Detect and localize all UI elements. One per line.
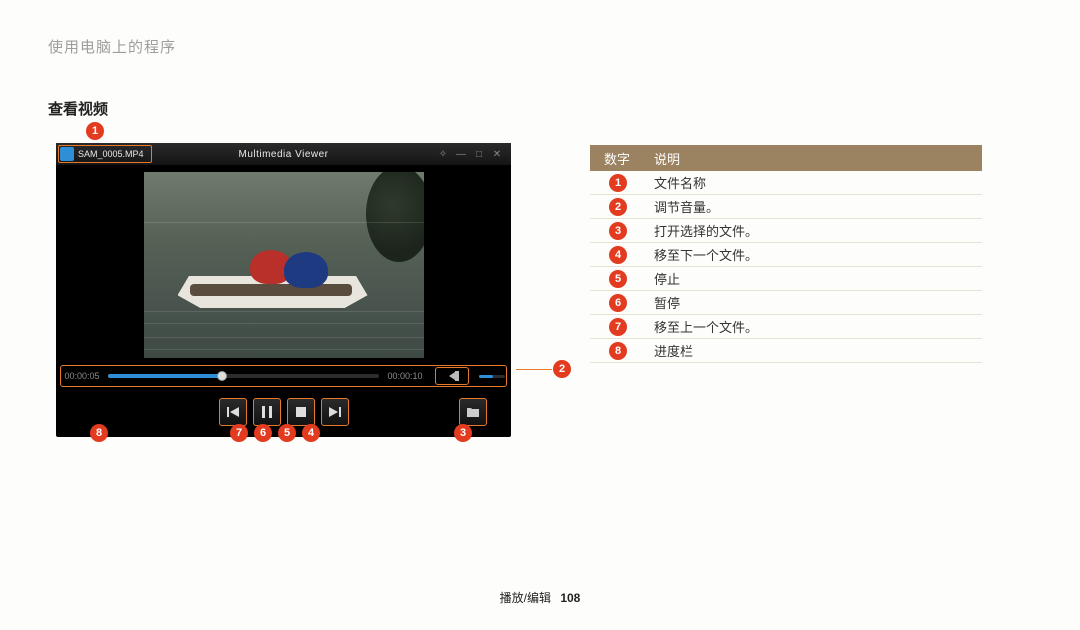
- footer-page: 108: [560, 591, 580, 605]
- pin-icon[interactable]: ✧: [437, 148, 449, 160]
- row-desc: 文件名称: [646, 173, 982, 192]
- multimedia-viewer-window: SAM_0005.MP4 Multimedia Viewer ✧ — □ ✕ 0…: [56, 143, 511, 437]
- pause-button[interactable]: [253, 398, 281, 426]
- row-badge: 4: [609, 246, 627, 264]
- table-row: 1 文件名称: [590, 171, 982, 195]
- table-row: 8 进度栏: [590, 339, 982, 363]
- callout-line-2: [516, 369, 552, 370]
- row-desc: 暂停: [646, 293, 982, 312]
- close-icon[interactable]: ✕: [491, 148, 503, 160]
- row-badge: 3: [609, 222, 627, 240]
- table-row: 4 移至下一个文件。: [590, 243, 982, 267]
- window-controls: ✧ — □ ✕: [437, 148, 503, 160]
- row-desc: 移至下一个文件。: [646, 245, 982, 264]
- callout-badge-4: 4: [302, 424, 320, 442]
- row-badge: 7: [609, 318, 627, 336]
- time-current: 00:00:05: [62, 371, 102, 381]
- row-badge: 1: [609, 174, 627, 192]
- breadcrumb: 使用电脑上的程序: [48, 36, 176, 57]
- row-badge: 2: [609, 198, 627, 216]
- row-badge: 8: [609, 342, 627, 360]
- row-desc: 打开选择的文件。: [646, 221, 982, 240]
- open-file-button[interactable]: [459, 398, 487, 426]
- volume-control[interactable]: [435, 367, 469, 385]
- next-button[interactable]: [321, 398, 349, 426]
- header-desc: 说明: [646, 149, 982, 168]
- page-footer: 播放/编辑 108: [0, 589, 1080, 606]
- filename-label: SAM_0005.MP4: [78, 149, 144, 159]
- titlebar: SAM_0005.MP4 Multimedia Viewer ✧ — □ ✕: [56, 143, 511, 165]
- callout-badge-8: 8: [90, 424, 108, 442]
- progress-bar-row: 00:00:05 00:00:10: [62, 365, 505, 387]
- stop-button[interactable]: [287, 398, 315, 426]
- table-header: 数字 说明: [590, 145, 982, 171]
- callout-badge-1: 1: [86, 122, 104, 140]
- window-title: Multimedia Viewer: [238, 149, 328, 160]
- seek-track[interactable]: [108, 374, 379, 378]
- callout-badge-6: 6: [254, 424, 272, 442]
- table-row: 6 暂停: [590, 291, 982, 315]
- seek-thumb[interactable]: [217, 371, 227, 381]
- prev-button[interactable]: [219, 398, 247, 426]
- video-area[interactable]: [56, 165, 511, 365]
- speaker-icon: [449, 372, 455, 380]
- row-badge: 6: [609, 294, 627, 312]
- section-title: 查看视频: [48, 98, 108, 119]
- table-row: 7 移至上一个文件。: [590, 315, 982, 339]
- table-row: 2 调节音量。: [590, 195, 982, 219]
- app-icon: [60, 147, 74, 161]
- header-number: 数字: [590, 149, 646, 168]
- description-table: 数字 说明 1 文件名称 2 调节音量。 3 打开选择的文件。 4 移至下一个文…: [590, 145, 982, 363]
- video-thumbnail: [144, 172, 424, 358]
- table-row: 3 打开选择的文件。: [590, 219, 982, 243]
- row-desc: 进度栏: [646, 341, 982, 360]
- volume-track[interactable]: [479, 375, 505, 378]
- row-desc: 调节音量。: [646, 197, 982, 216]
- time-total: 00:00:10: [385, 371, 425, 381]
- row-badge: 5: [609, 270, 627, 288]
- callout-badge-7: 7: [230, 424, 248, 442]
- row-desc: 移至上一个文件。: [646, 317, 982, 336]
- row-desc: 停止: [646, 269, 982, 288]
- table-row: 5 停止: [590, 267, 982, 291]
- maximize-icon[interactable]: □: [473, 148, 485, 160]
- callout-badge-5: 5: [278, 424, 296, 442]
- callout-badge-2: 2: [553, 360, 571, 378]
- minimize-icon[interactable]: —: [455, 148, 467, 160]
- footer-section: 播放/编辑: [500, 591, 551, 605]
- callout-badge-3: 3: [454, 424, 472, 442]
